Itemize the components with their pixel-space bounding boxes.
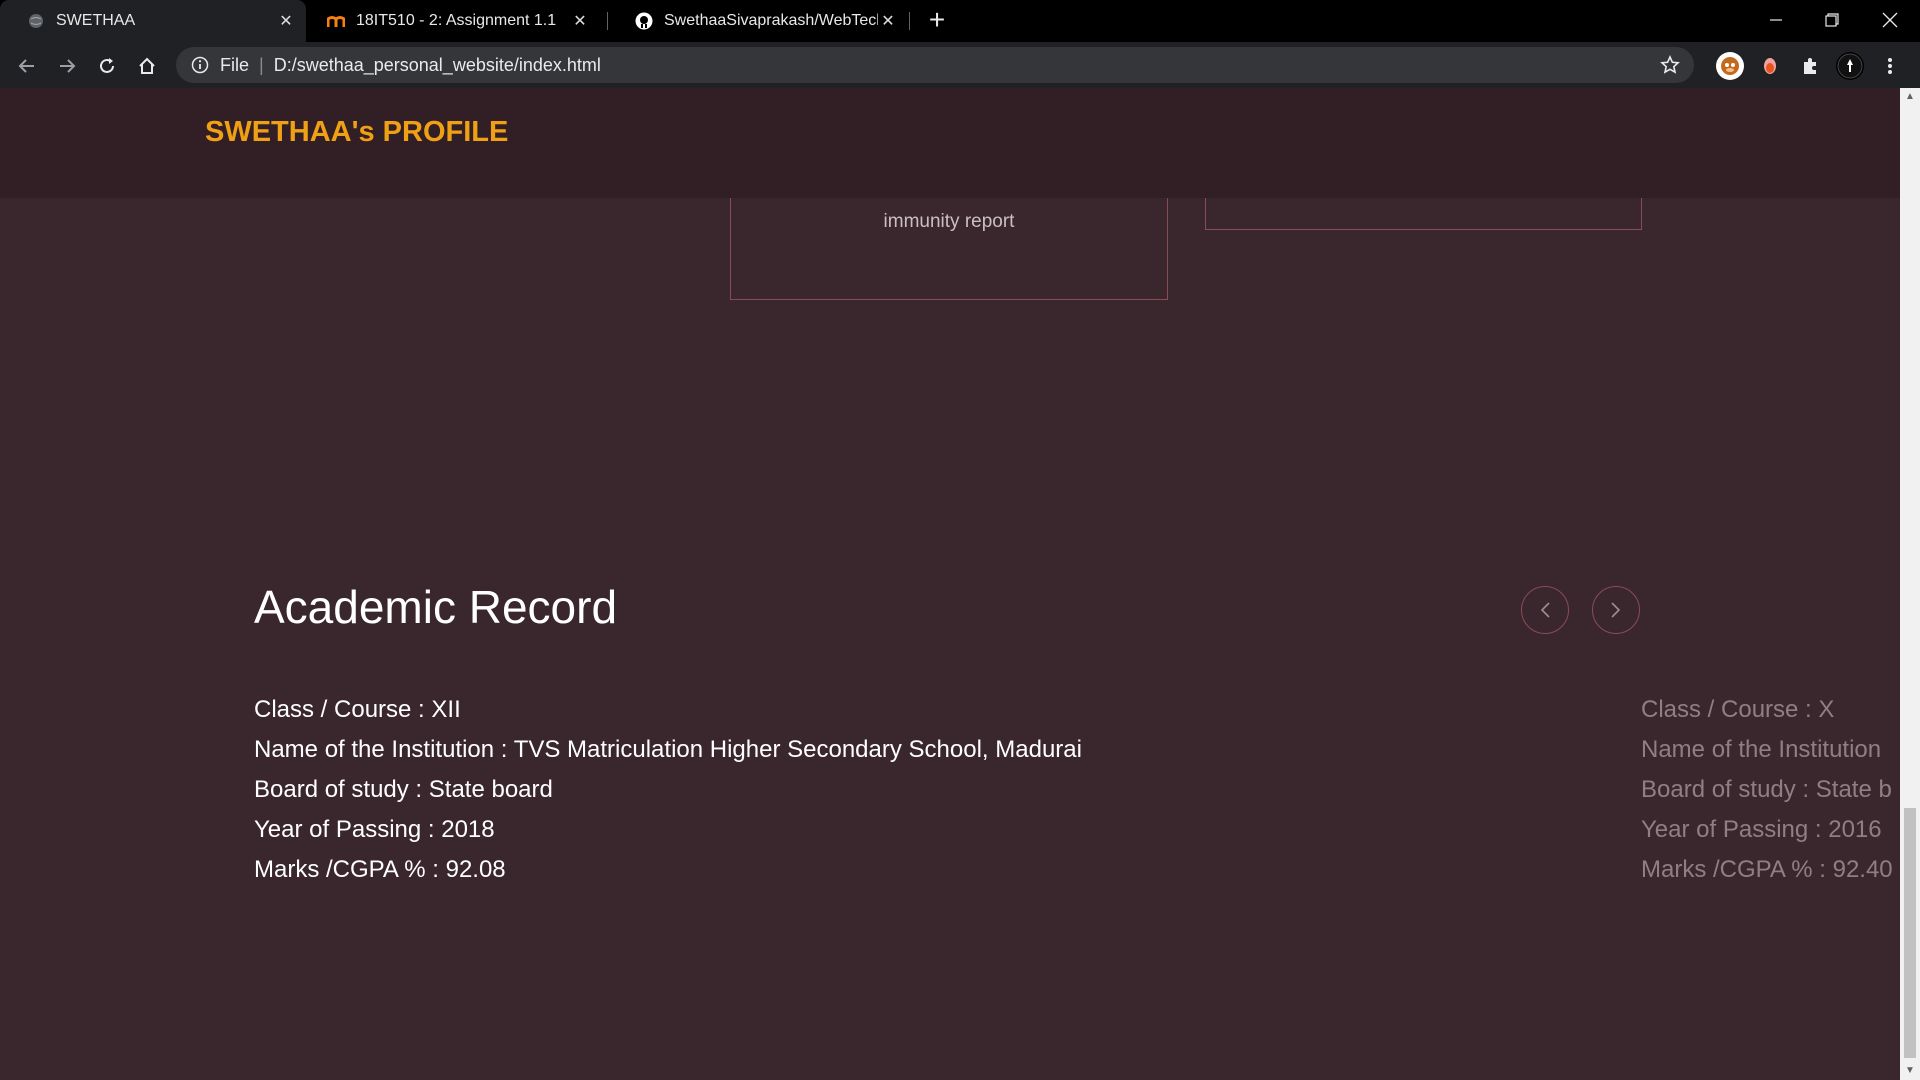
close-tab-icon[interactable]: ✕	[570, 11, 590, 31]
tab-title: 18IT510 - 2: Assignment 1.1	[356, 12, 557, 29]
scroll-down-icon[interactable]: ▼	[1900, 1062, 1920, 1080]
tab-title: SWETHAA	[56, 12, 136, 29]
record-board: Board of study : State b	[1641, 776, 1892, 803]
record-marks: Marks /CGPA % : 92.40	[1641, 856, 1893, 883]
tab-assignment[interactable]: 18IT510 - 2: Assignment 1.1 ✕	[300, 0, 600, 42]
close-tab-icon[interactable]: ✕	[878, 11, 898, 31]
record-institution: Name of the Institution	[1641, 736, 1882, 763]
site-header: SWETHAA's PROFILE	[0, 88, 1900, 198]
reload-icon[interactable]	[90, 49, 124, 83]
info-icon[interactable]	[190, 55, 210, 75]
carousel-prev-button[interactable]	[1521, 586, 1569, 634]
record-institution: Name of the Institution : TVS Matriculat…	[254, 736, 1082, 763]
restore-icon[interactable]	[1804, 0, 1860, 40]
record-year: Year of Passing : 2018	[254, 816, 495, 843]
close-window-icon[interactable]	[1862, 0, 1918, 40]
monkey-extension-icon[interactable]	[1716, 52, 1744, 80]
page-viewport: ▬▬▬▬▬▬▬▬▬▬▬▬▬▬▬▬▬ ▬▬▬▬▬▬▬▬▬▬▬▬▬▬▬▬▬ ▬▬▬▬…	[0, 88, 1900, 1080]
bookmark-star-icon[interactable]	[1660, 55, 1680, 75]
close-tab-icon[interactable]: ✕	[276, 11, 296, 31]
site-brand[interactable]: SWETHAA's PROFILE	[205, 116, 508, 149]
browser-menu-icon[interactable]	[1876, 52, 1904, 80]
carousel-next-button[interactable]	[1592, 586, 1640, 634]
record-board: Board of study : State board	[254, 776, 553, 803]
scroll-up-icon[interactable]: ▲	[1900, 88, 1920, 106]
section-title: Academic Record	[254, 581, 618, 633]
tab-swethaa[interactable]: SWETHAA ✕	[0, 0, 306, 42]
new-tab-button[interactable]: +	[922, 6, 952, 36]
chevron-right-icon	[1611, 602, 1621, 618]
tab-github[interactable]: SwethaaSivaprakash/WebTechnol ✕	[608, 0, 908, 42]
address-bar[interactable]: File | D:/swethaa_personal_website/index…	[176, 47, 1694, 83]
forward-icon[interactable]	[50, 49, 84, 83]
record-class: Class / Course : XII	[254, 696, 461, 723]
github-icon	[635, 12, 653, 30]
back-icon[interactable]	[10, 49, 44, 83]
globe-icon	[27, 12, 45, 30]
tab-separator	[909, 12, 910, 30]
card-text: immunity report	[883, 211, 1015, 232]
profile-avatar-icon[interactable]	[1836, 52, 1864, 80]
home-icon[interactable]	[130, 49, 164, 83]
tab-title: SwethaaSivaprakash/WebTechnol	[664, 12, 878, 29]
moodle-icon	[327, 12, 345, 30]
record-year: Year of Passing : 2016	[1641, 816, 1882, 843]
url-divider: |	[259, 54, 264, 75]
minimize-icon[interactable]	[1748, 0, 1804, 40]
browser-toolbar: File | D:/swethaa_personal_website/index…	[0, 42, 1920, 88]
record-marks: Marks /CGPA % : 92.08	[254, 856, 506, 883]
chevron-left-icon	[1540, 602, 1550, 618]
extension-icon[interactable]	[1756, 52, 1784, 80]
record-class: Class / Course : X	[1641, 696, 1835, 723]
url-scheme: File	[220, 54, 250, 75]
browser-tab-bar: SWETHAA ✕ 18IT510 - 2: Assignment 1.1 ✕ …	[0, 0, 1920, 42]
academic-record-card: Class / Course : X Name of the Instituti…	[1641, 690, 1893, 890]
puzzle-extensions-icon[interactable]	[1796, 52, 1824, 80]
scrollbar-thumb[interactable]	[1904, 808, 1916, 1058]
vertical-scrollbar[interactable]: ▲ ▼	[1900, 88, 1920, 1080]
academic-record-card: Class / Course : XII Name of the Institu…	[254, 690, 1082, 890]
url-text: D:/swethaa_personal_website/index.html	[273, 54, 601, 75]
